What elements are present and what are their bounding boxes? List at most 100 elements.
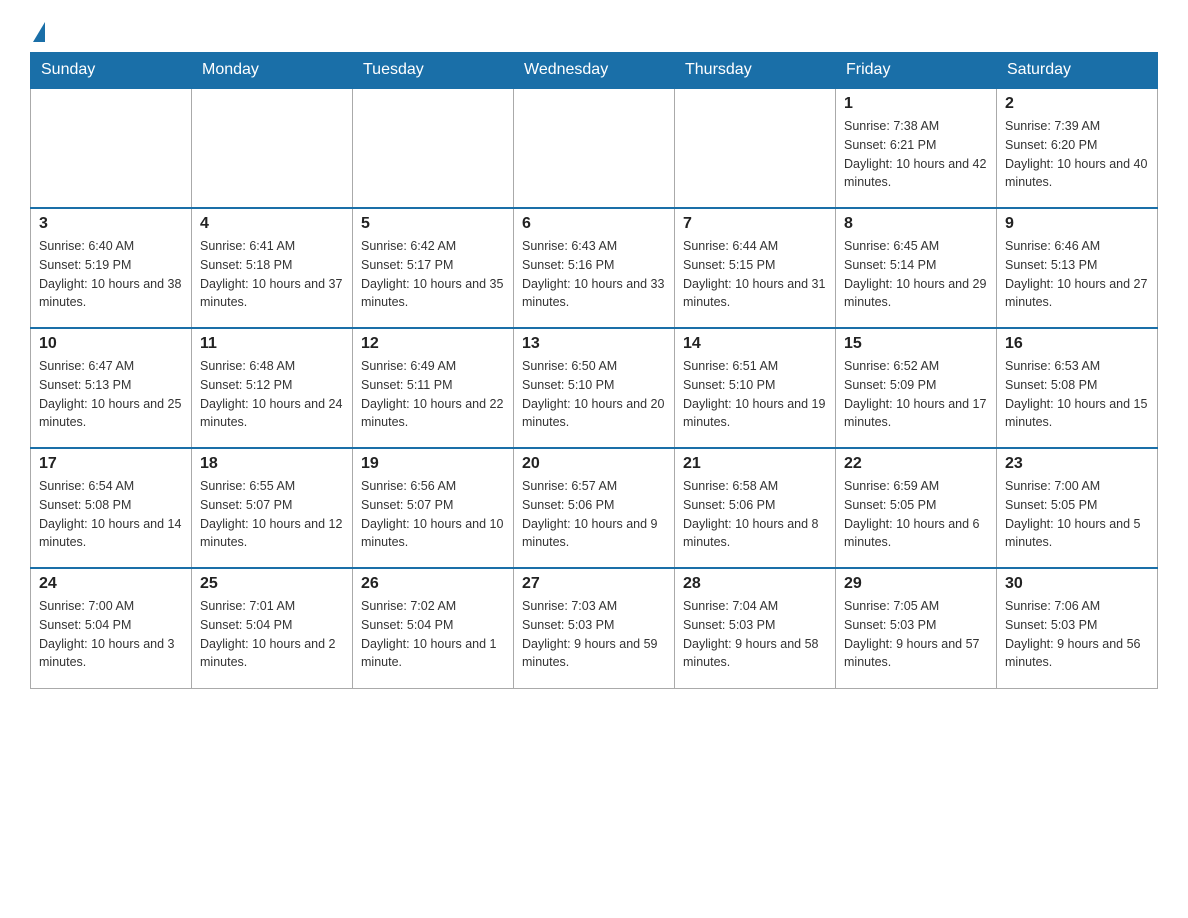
day-number: 8 bbox=[844, 215, 988, 233]
day-info: Sunrise: 6:57 AMSunset: 5:06 PMDaylight:… bbox=[522, 477, 666, 552]
day-number: 16 bbox=[1005, 335, 1149, 353]
day-info: Sunrise: 7:02 AMSunset: 5:04 PMDaylight:… bbox=[361, 597, 505, 672]
calendar-week-row: 17 Sunrise: 6:54 AMSunset: 5:08 PMDayligh… bbox=[31, 448, 1158, 568]
calendar-week-row: 3Sunrise: 6:40 AMSunset: 5:19 PMDaylight… bbox=[31, 208, 1158, 328]
calendar-cell: 19 Sunrise: 6:56 AMSunset: 5:07 PMDayligh… bbox=[353, 448, 514, 568]
day-number: 22 bbox=[844, 455, 988, 473]
day-info: Sunrise: 6:50 AMSunset: 5:10 PMDaylight:… bbox=[522, 357, 666, 432]
day-of-week-header: Wednesday bbox=[514, 53, 675, 89]
day-number: 19 bbox=[361, 455, 505, 473]
day-number: 5 bbox=[361, 215, 505, 233]
calendar-cell: 20 Sunrise: 6:57 AMSunset: 5:06 PMDayligh… bbox=[514, 448, 675, 568]
calendar-week-row: 1Sunrise: 7:38 AMSunset: 6:21 PMDaylight… bbox=[31, 88, 1158, 208]
day-number: 13 bbox=[522, 335, 666, 353]
day-info: Sunrise: 7:05 AMSunset: 5:03 PMDaylight:… bbox=[844, 597, 988, 672]
day-info: Sunrise: 6:43 AMSunset: 5:16 PMDaylight:… bbox=[522, 237, 666, 312]
calendar-cell: 6 Sunrise: 6:43 AMSunset: 5:16 PMDaylight… bbox=[514, 208, 675, 328]
day-info: Sunrise: 6:59 AMSunset: 5:05 PMDaylight:… bbox=[844, 477, 988, 552]
day-number: 21 bbox=[683, 455, 827, 473]
calendar-cell: 12 Sunrise: 6:49 AMSunset: 5:11 PMDayligh… bbox=[353, 328, 514, 448]
day-info: Sunrise: 6:49 AMSunset: 5:11 PMDaylight:… bbox=[361, 357, 505, 432]
day-of-week-header: Saturday bbox=[997, 53, 1158, 89]
day-number: 2 bbox=[1005, 95, 1149, 113]
day-info: Sunrise: 7:38 AMSunset: 6:21 PMDaylight:… bbox=[844, 117, 988, 192]
calendar-cell: 25 Sunrise: 7:01 AMSunset: 5:04 PMDayligh… bbox=[192, 568, 353, 688]
calendar-cell: 27 Sunrise: 7:03 AMSunset: 5:03 PMDayligh… bbox=[514, 568, 675, 688]
day-info: Sunrise: 7:39 AMSunset: 6:20 PMDaylight:… bbox=[1005, 117, 1149, 192]
day-number: 26 bbox=[361, 575, 505, 593]
calendar-cell: 24 Sunrise: 7:00 AMSunset: 5:04 PMDayligh… bbox=[31, 568, 192, 688]
day-number: 6 bbox=[522, 215, 666, 233]
day-number: 28 bbox=[683, 575, 827, 593]
calendar-cell: 3Sunrise: 6:40 AMSunset: 5:19 PMDaylight… bbox=[31, 208, 192, 328]
calendar-cell: 1Sunrise: 7:38 AMSunset: 6:21 PMDaylight… bbox=[836, 88, 997, 208]
logo bbox=[30, 20, 45, 42]
calendar-cell: 23 Sunrise: 7:00 AMSunset: 5:05 PMDayligh… bbox=[997, 448, 1158, 568]
day-info: Sunrise: 6:47 AMSunset: 5:13 PMDaylight:… bbox=[39, 357, 183, 432]
day-number: 24 bbox=[39, 575, 183, 593]
day-number: 18 bbox=[200, 455, 344, 473]
day-number: 23 bbox=[1005, 455, 1149, 473]
day-info: Sunrise: 6:53 AMSunset: 5:08 PMDaylight:… bbox=[1005, 357, 1149, 432]
calendar-cell: 9 Sunrise: 6:46 AMSunset: 5:13 PMDaylight… bbox=[997, 208, 1158, 328]
calendar-table: SundayMondayTuesdayWednesdayThursdayFrid… bbox=[30, 52, 1158, 689]
day-info: Sunrise: 6:54 AMSunset: 5:08 PMDaylight:… bbox=[39, 477, 183, 552]
page-header bbox=[30, 20, 1158, 42]
calendar-cell: 13 Sunrise: 6:50 AMSunset: 5:10 PMDayligh… bbox=[514, 328, 675, 448]
calendar-cell: 8Sunrise: 6:45 AMSunset: 5:14 PMDaylight… bbox=[836, 208, 997, 328]
day-info: Sunrise: 6:41 AMSunset: 5:18 PMDaylight:… bbox=[200, 237, 344, 312]
logo-triangle-icon bbox=[33, 22, 45, 42]
day-info: Sunrise: 7:04 AMSunset: 5:03 PMDaylight:… bbox=[683, 597, 827, 672]
calendar-cell: 16 Sunrise: 6:53 AMSunset: 5:08 PMDayligh… bbox=[997, 328, 1158, 448]
calendar-cell: 7Sunrise: 6:44 AMSunset: 5:15 PMDaylight… bbox=[675, 208, 836, 328]
calendar-cell bbox=[514, 88, 675, 208]
calendar-cell: 4 Sunrise: 6:41 AMSunset: 5:18 PMDaylight… bbox=[192, 208, 353, 328]
day-number: 27 bbox=[522, 575, 666, 593]
day-info: Sunrise: 6:52 AMSunset: 5:09 PMDaylight:… bbox=[844, 357, 988, 432]
day-number: 11 bbox=[200, 335, 344, 353]
calendar-cell: 17 Sunrise: 6:54 AMSunset: 5:08 PMDayligh… bbox=[31, 448, 192, 568]
day-info: Sunrise: 7:00 AMSunset: 5:04 PMDaylight:… bbox=[39, 597, 183, 672]
day-info: Sunrise: 6:46 AMSunset: 5:13 PMDaylight:… bbox=[1005, 237, 1149, 312]
calendar-cell: 26 Sunrise: 7:02 AMSunset: 5:04 PMDayligh… bbox=[353, 568, 514, 688]
day-of-week-header: Sunday bbox=[31, 53, 192, 89]
day-info: Sunrise: 6:44 AMSunset: 5:15 PMDaylight:… bbox=[683, 237, 827, 312]
calendar-cell: 14Sunrise: 6:51 AMSunset: 5:10 PMDayligh… bbox=[675, 328, 836, 448]
calendar-cell: 15 Sunrise: 6:52 AMSunset: 5:09 PMDayligh… bbox=[836, 328, 997, 448]
calendar-week-row: 10Sunrise: 6:47 AMSunset: 5:13 PMDayligh… bbox=[31, 328, 1158, 448]
day-number: 29 bbox=[844, 575, 988, 593]
day-number: 15 bbox=[844, 335, 988, 353]
day-info: Sunrise: 7:01 AMSunset: 5:04 PMDaylight:… bbox=[200, 597, 344, 672]
calendar-cell bbox=[31, 88, 192, 208]
day-info: Sunrise: 6:55 AMSunset: 5:07 PMDaylight:… bbox=[200, 477, 344, 552]
day-of-week-header: Tuesday bbox=[353, 53, 514, 89]
calendar-header-row: SundayMondayTuesdayWednesdayThursdayFrid… bbox=[31, 53, 1158, 89]
calendar-cell: 11Sunrise: 6:48 AMSunset: 5:12 PMDayligh… bbox=[192, 328, 353, 448]
calendar-cell: 18 Sunrise: 6:55 AMSunset: 5:07 PMDayligh… bbox=[192, 448, 353, 568]
day-number: 20 bbox=[522, 455, 666, 473]
day-number: 12 bbox=[361, 335, 505, 353]
day-number: 9 bbox=[1005, 215, 1149, 233]
day-number: 25 bbox=[200, 575, 344, 593]
day-of-week-header: Thursday bbox=[675, 53, 836, 89]
day-info: Sunrise: 6:51 AMSunset: 5:10 PMDaylight:… bbox=[683, 357, 827, 432]
day-info: Sunrise: 7:00 AMSunset: 5:05 PMDaylight:… bbox=[1005, 477, 1149, 552]
calendar-cell: 21 Sunrise: 6:58 AMSunset: 5:06 PMDayligh… bbox=[675, 448, 836, 568]
calendar-cell bbox=[353, 88, 514, 208]
day-number: 3 bbox=[39, 215, 183, 233]
calendar-cell: 29 Sunrise: 7:05 AMSunset: 5:03 PMDayligh… bbox=[836, 568, 997, 688]
calendar-cell: 30Sunrise: 7:06 AMSunset: 5:03 PMDayligh… bbox=[997, 568, 1158, 688]
calendar-cell: 2 Sunrise: 7:39 AMSunset: 6:20 PMDaylight… bbox=[997, 88, 1158, 208]
day-info: Sunrise: 6:42 AMSunset: 5:17 PMDaylight:… bbox=[361, 237, 505, 312]
day-info: Sunrise: 6:56 AMSunset: 5:07 PMDaylight:… bbox=[361, 477, 505, 552]
day-number: 4 bbox=[200, 215, 344, 233]
day-of-week-header: Monday bbox=[192, 53, 353, 89]
day-info: Sunrise: 7:03 AMSunset: 5:03 PMDaylight:… bbox=[522, 597, 666, 672]
day-info: Sunrise: 7:06 AMSunset: 5:03 PMDaylight:… bbox=[1005, 597, 1149, 672]
calendar-cell: 10Sunrise: 6:47 AMSunset: 5:13 PMDayligh… bbox=[31, 328, 192, 448]
calendar-week-row: 24 Sunrise: 7:00 AMSunset: 5:04 PMDayligh… bbox=[31, 568, 1158, 688]
day-info: Sunrise: 6:58 AMSunset: 5:06 PMDaylight:… bbox=[683, 477, 827, 552]
day-number: 17 bbox=[39, 455, 183, 473]
calendar-cell bbox=[675, 88, 836, 208]
calendar-cell bbox=[192, 88, 353, 208]
